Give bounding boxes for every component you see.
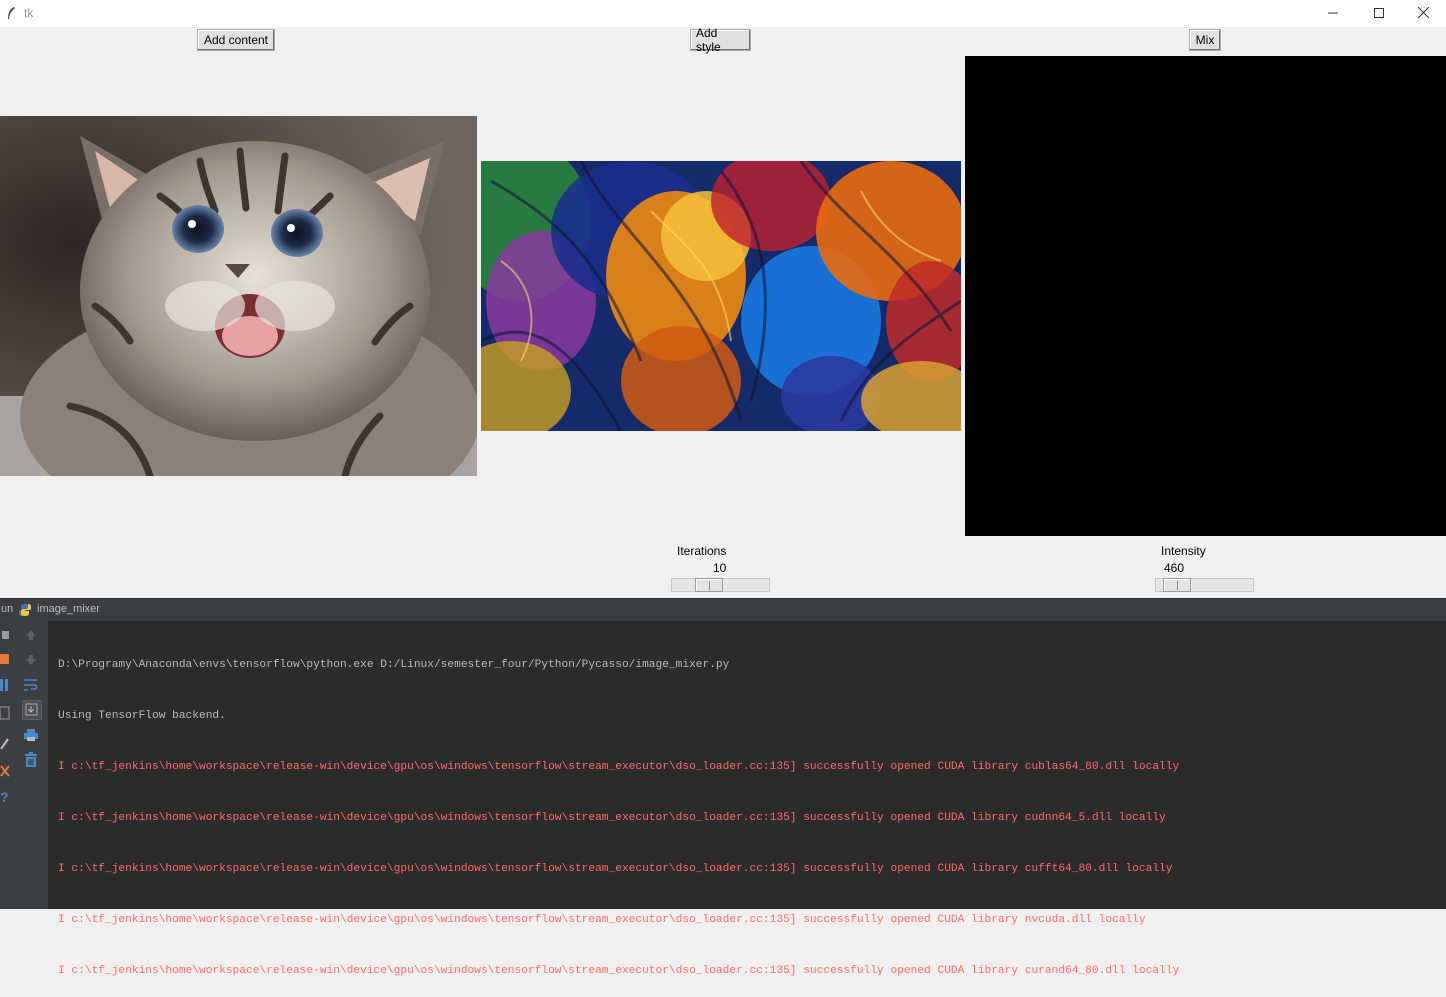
run-config-name[interactable]: image_mixer xyxy=(37,603,100,615)
feather-icon xyxy=(6,6,16,20)
scroll-to-end-icon[interactable] xyxy=(22,700,42,720)
svg-text:?: ? xyxy=(0,789,9,805)
console-line: I c:\tf_jenkins\home\workspace\release-w… xyxy=(58,914,1146,926)
close-button[interactable] xyxy=(1400,0,1446,27)
window-title: tk xyxy=(24,6,34,20)
console-line: I c:\tf_jenkins\home\workspace\release-w… xyxy=(58,812,1166,824)
minimize-icon xyxy=(1328,5,1338,23)
result-canvas xyxy=(965,56,1446,536)
arrow-down-icon[interactable] xyxy=(22,651,40,669)
minimize-button[interactable] xyxy=(1310,0,1356,27)
run-panel-header xyxy=(0,598,1446,621)
soft-wrap-icon[interactable] xyxy=(22,676,40,694)
title-bar xyxy=(0,0,1446,27)
maximize-button[interactable] xyxy=(1356,0,1402,27)
run-tool-strip xyxy=(15,621,49,909)
run-tab-label[interactable]: un xyxy=(1,603,13,615)
iterations-scale[interactable] xyxy=(671,578,770,592)
close-icon xyxy=(1417,5,1429,23)
intensity-value: 460 xyxy=(1164,561,1185,575)
add-style-button[interactable]: Add style xyxy=(690,26,751,54)
console-lines: D:\Programy\Anaconda\envs\tensorflow\pyt… xyxy=(58,623,1179,997)
left-toolwindow-strip: ? xyxy=(0,621,15,909)
add-content-button[interactable]: Add content xyxy=(197,29,275,51)
intensity-slider-handle[interactable] xyxy=(1163,578,1191,592)
mix-button[interactable]: Mix xyxy=(1189,29,1221,51)
python-icon xyxy=(18,603,32,617)
intensity-label: Intensity xyxy=(1161,544,1206,558)
content-image-kitten xyxy=(0,116,477,476)
iterations-label: Iterations xyxy=(677,544,727,558)
console-line: D:\Programy\Anaconda\envs\tensorflow\pyt… xyxy=(58,659,730,671)
console-line: I c:\tf_jenkins\home\workspace\release-w… xyxy=(58,761,1180,773)
console-line: I c:\tf_jenkins\home\workspace\release-w… xyxy=(58,965,1180,977)
maximize-icon xyxy=(1374,5,1384,23)
arrow-up-icon[interactable] xyxy=(22,626,40,644)
console-line: I c:\tf_jenkins\home\workspace\release-w… xyxy=(58,863,1173,875)
print-icon[interactable] xyxy=(22,726,40,744)
trash-icon[interactable] xyxy=(22,751,40,769)
style-image-painting xyxy=(481,161,961,431)
intensity-scale[interactable] xyxy=(1155,578,1254,592)
iterations-slider-handle[interactable] xyxy=(695,578,723,592)
iterations-value: 10 xyxy=(713,561,727,575)
console-line: Using TensorFlow backend. xyxy=(58,710,226,722)
